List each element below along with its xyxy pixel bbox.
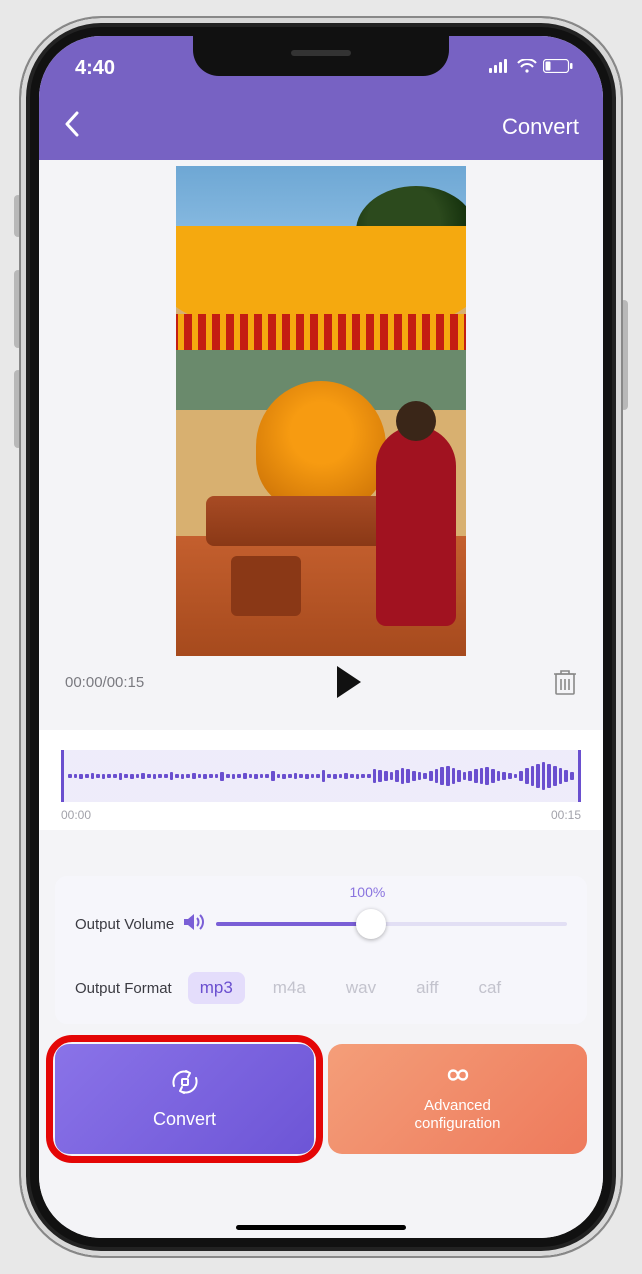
waveform-editor[interactable]: // placeholder - bars generated below vi… [61,750,581,802]
volume-slider[interactable]: 100% [216,904,567,944]
device-notch [193,36,449,76]
format-option-wav[interactable]: wav [334,972,388,1004]
device-frame: 4:40 Convert [21,18,621,1256]
content-area: 00:00/00:15 // placeholder - bars genera… [39,160,603,1238]
advanced-config-button[interactable]: Advanced configuration [328,1044,587,1154]
output-format-label: Output Format [75,980,172,997]
wifi-icon [517,59,537,78]
output-settings-card: Output Volume 100% Output Format mp3 m4a… [55,876,587,1024]
format-option-aiff[interactable]: aiff [404,972,450,1004]
waveform-start-label: 00:00 [61,808,91,822]
infinity-icon [440,1066,476,1089]
video-time-display: 00:00/00:15 [65,674,144,691]
play-button[interactable] [335,666,363,698]
screen: 4:40 Convert [39,36,603,1238]
delete-button[interactable] [553,668,577,696]
waveform-section: // placeholder - bars generated below vi… [39,730,603,830]
home-indicator[interactable] [236,1225,406,1230]
volume-icon [184,912,206,937]
device-power-button [620,300,628,410]
video-thumbnail[interactable] [176,166,466,656]
video-preview-section: 00:00/00:15 [39,160,603,712]
advanced-button-label: Advanced configuration [415,1097,501,1133]
format-option-mp3[interactable]: mp3 [188,972,245,1004]
app-header: Convert [39,94,603,160]
output-volume-label: Output Volume [75,916,174,933]
action-buttons-row: Convert Advanced configuration [55,1044,587,1154]
header-title: Convert [502,114,579,140]
signal-icon [489,59,511,78]
status-time: 4:40 [75,57,115,80]
convert-icon [168,1068,202,1101]
format-option-caf[interactable]: caf [466,972,513,1004]
battery-icon [543,59,573,78]
waveform-end-label: 00:15 [551,808,581,822]
convert-button-label: Convert [153,1109,216,1130]
convert-button[interactable]: Convert [55,1044,314,1154]
volume-percent-label: 100% [350,884,386,900]
back-button[interactable] [63,111,81,144]
format-option-m4a[interactable]: m4a [261,972,318,1004]
